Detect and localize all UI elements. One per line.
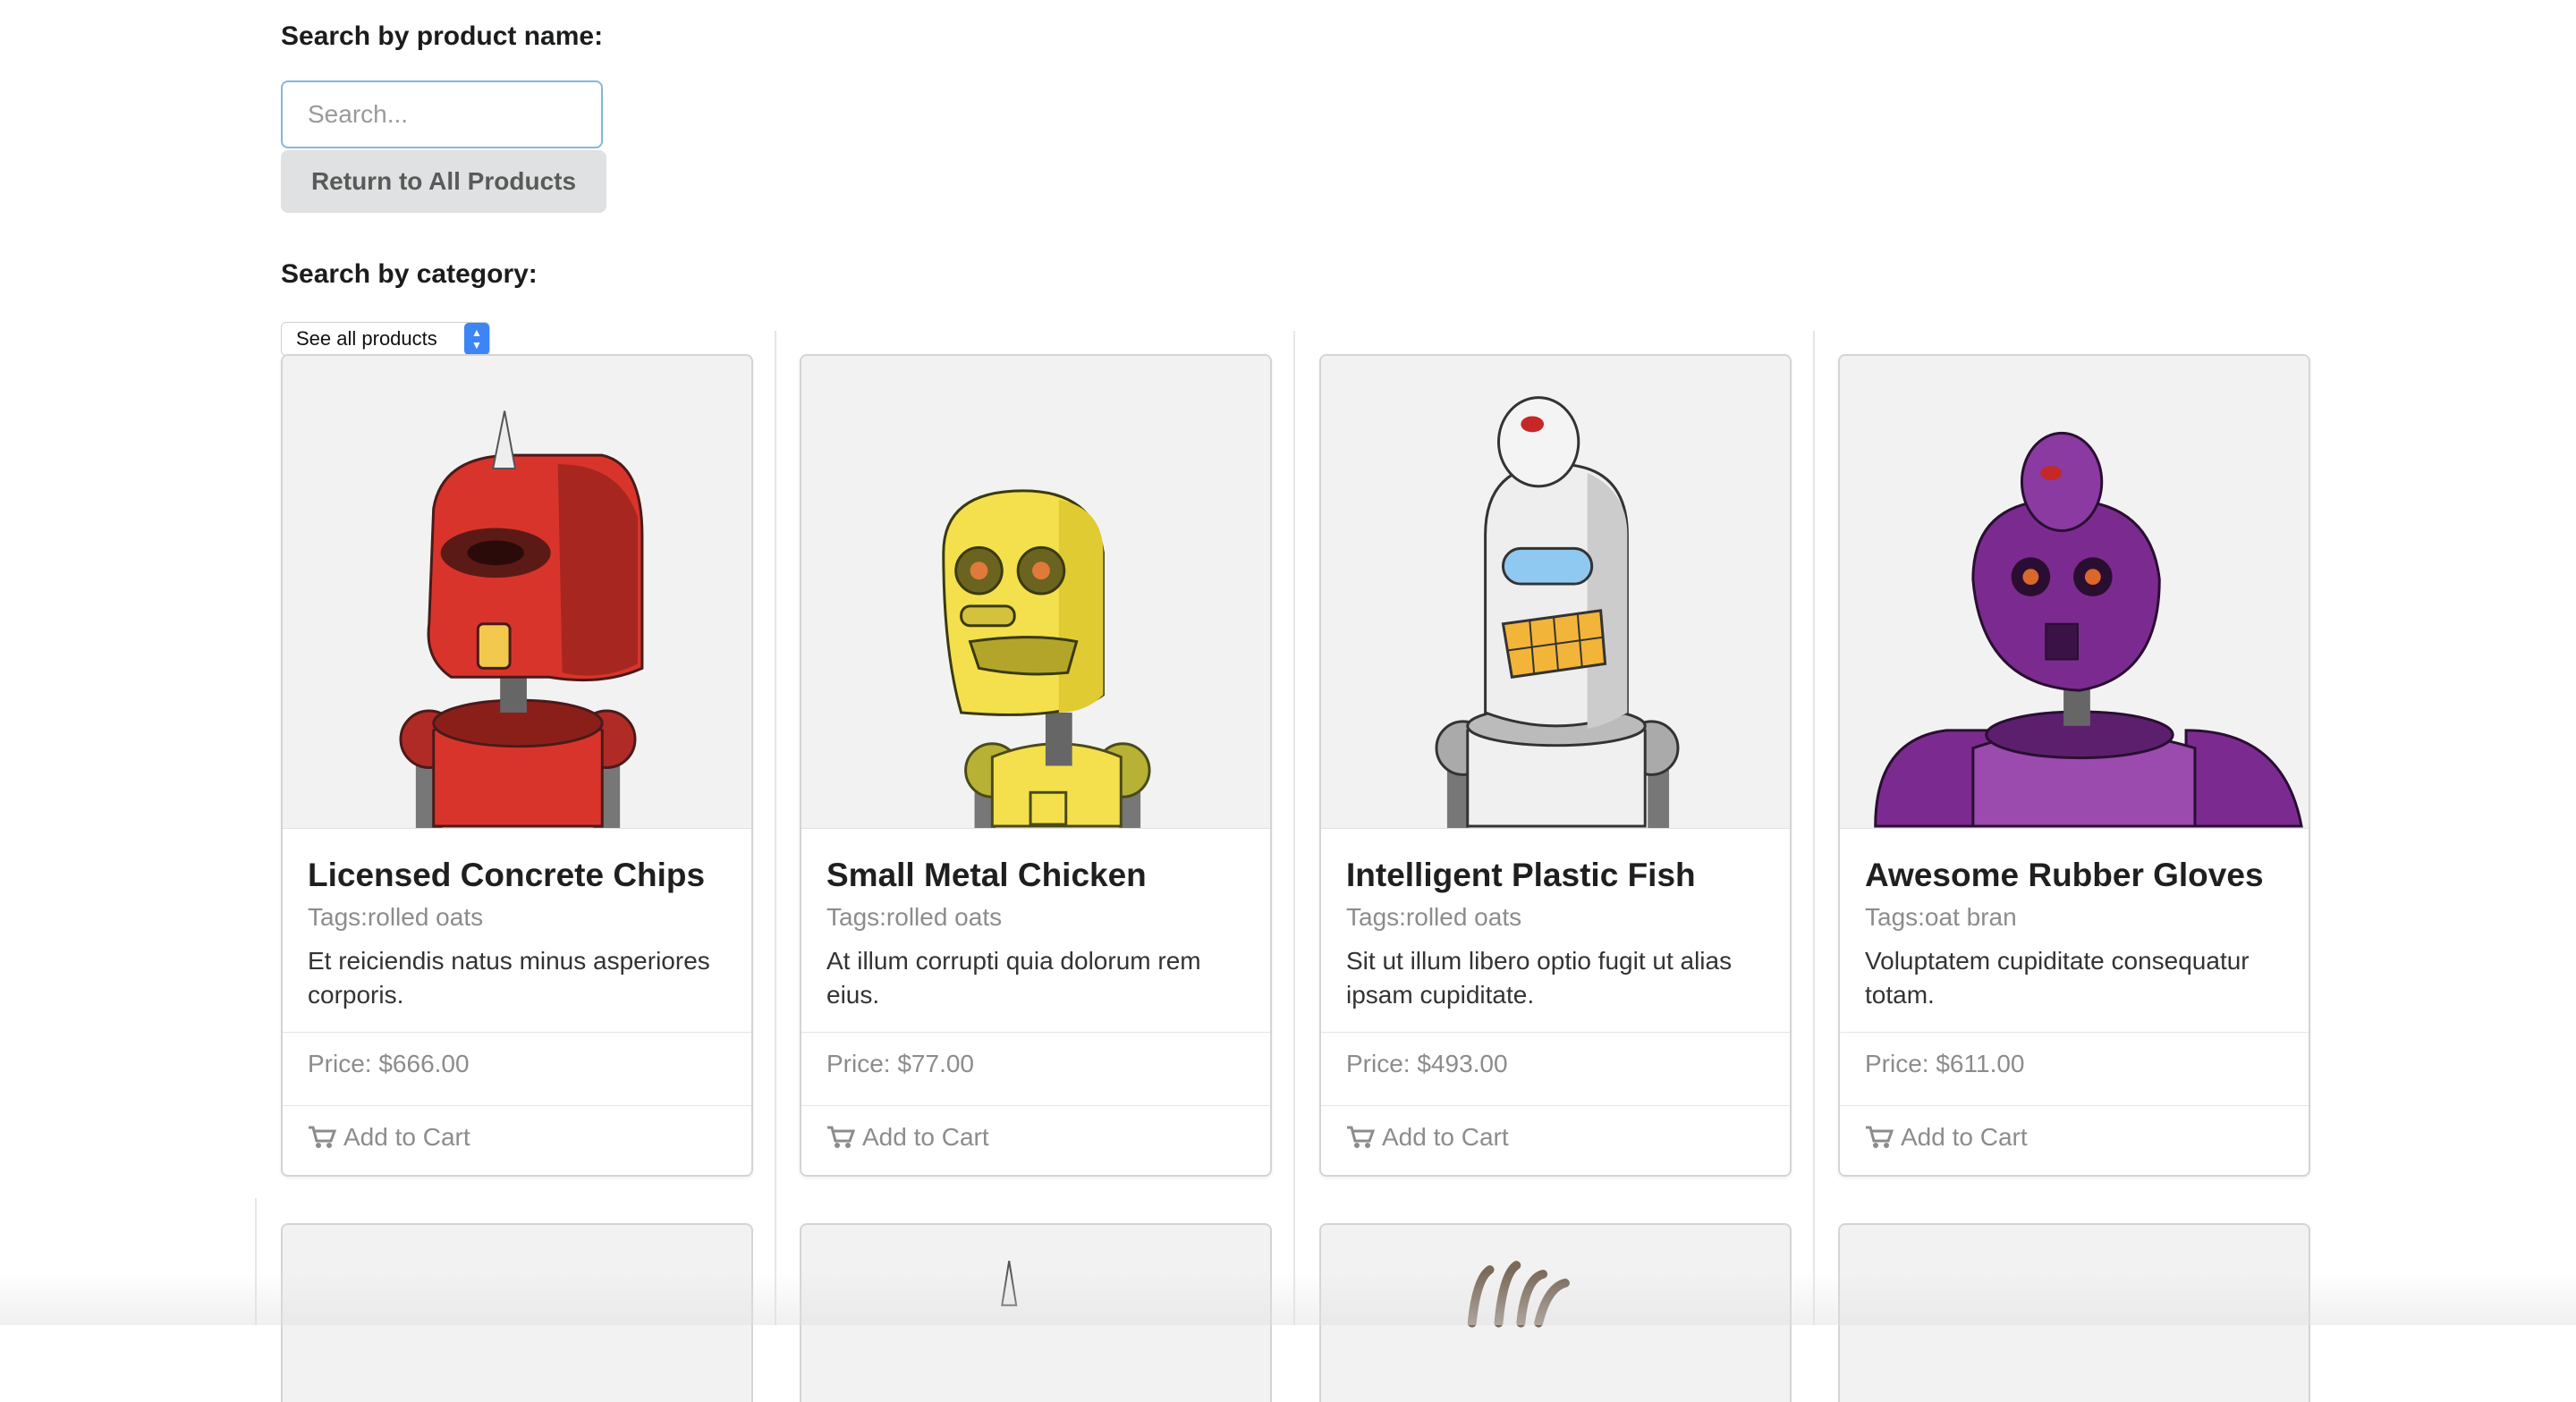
column-divider xyxy=(775,331,776,1325)
product-description: Et reiciendis natus minus asperiores cor… xyxy=(308,947,710,1009)
product-description: Sit ut illum libero optio fugit ut alias… xyxy=(1346,947,1733,1009)
product-card[interactable]: Awesome Rubber Gloves Tags:oat bran Volu… xyxy=(1838,354,2310,1177)
cart-icon xyxy=(1347,1126,1375,1148)
robot-white-image xyxy=(1435,396,1680,828)
cart-icon xyxy=(827,1126,855,1148)
add-to-cart-label: Add to Cart xyxy=(862,1123,989,1151)
select-arrows-icon: ▲ ▼ xyxy=(464,323,489,355)
product-description: Voluptatem cupiditate consequatur totam. xyxy=(1865,947,2250,1009)
robot-yellow-image xyxy=(942,489,1151,828)
add-to-cart-label: Add to Cart xyxy=(1901,1123,2028,1151)
product-price: Price: $611.00 xyxy=(1865,1050,2025,1077)
product-image xyxy=(1840,356,2309,829)
search-category-label: Search by category: xyxy=(281,259,538,289)
product-card[interactable]: Small Metal Chicken Tags:rolled oats At … xyxy=(800,354,1272,1177)
product-description: At illum corrupti quia dolorum rem eius. xyxy=(826,947,1201,1009)
column-divider xyxy=(1293,331,1295,1325)
robot-red-image xyxy=(399,410,644,828)
add-to-cart-label: Add to Cart xyxy=(343,1123,470,1151)
product-image xyxy=(801,356,1270,829)
divider xyxy=(1840,1105,2309,1106)
divider xyxy=(283,1105,751,1106)
add-to-cart-button[interactable]: Add to Cart xyxy=(826,1123,989,1152)
add-to-cart-button[interactable]: Add to Cart xyxy=(308,1123,470,1152)
category-select-value: See all products xyxy=(296,327,437,350)
product-image xyxy=(1321,356,1790,829)
product-title[interactable]: Small Metal Chicken xyxy=(826,857,1147,894)
cart-icon xyxy=(309,1126,336,1148)
cart-icon xyxy=(1866,1126,1894,1148)
search-name-label: Search by product name: xyxy=(281,21,604,51)
divider xyxy=(283,1032,751,1033)
divider xyxy=(801,1105,1270,1106)
product-card[interactable]: Licensed Concrete Chips Tags:rolled oats… xyxy=(281,354,753,1177)
add-to-cart-label: Add to Cart xyxy=(1382,1123,1509,1151)
divider xyxy=(801,1032,1270,1033)
return-to-all-products-button[interactable]: Return to All Products xyxy=(281,150,606,213)
product-title[interactable]: Intelligent Plastic Fish xyxy=(1346,857,1696,894)
product-price: Price: $77.00 xyxy=(826,1050,974,1077)
product-image xyxy=(283,356,751,829)
product-title[interactable]: Licensed Concrete Chips xyxy=(308,857,705,894)
product-tags: Tags:oat bran xyxy=(1865,903,2017,931)
product-title[interactable]: Awesome Rubber Gloves xyxy=(1865,857,2264,894)
product-price: Price: $493.00 xyxy=(1346,1050,1508,1077)
product-tags: Tags:rolled oats xyxy=(308,903,484,931)
product-card[interactable]: Intelligent Plastic Fish Tags:rolled oat… xyxy=(1319,354,1792,1177)
divider xyxy=(1321,1032,1790,1033)
add-to-cart-button[interactable]: Add to Cart xyxy=(1346,1123,1509,1152)
robot-purple-image xyxy=(1874,431,2303,828)
divider xyxy=(1840,1032,2309,1033)
add-to-cart-button[interactable]: Add to Cart xyxy=(1865,1123,2028,1152)
bottom-fade xyxy=(0,1271,2576,1325)
product-tags: Tags:rolled oats xyxy=(826,903,1003,931)
divider xyxy=(1321,1105,1790,1106)
search-input[interactable] xyxy=(281,80,603,148)
category-select[interactable]: See all products ▲ ▼ xyxy=(281,322,490,356)
product-tags: Tags:rolled oats xyxy=(1346,903,1522,931)
column-divider xyxy=(1813,331,1815,1325)
product-price: Price: $666.00 xyxy=(308,1050,470,1077)
